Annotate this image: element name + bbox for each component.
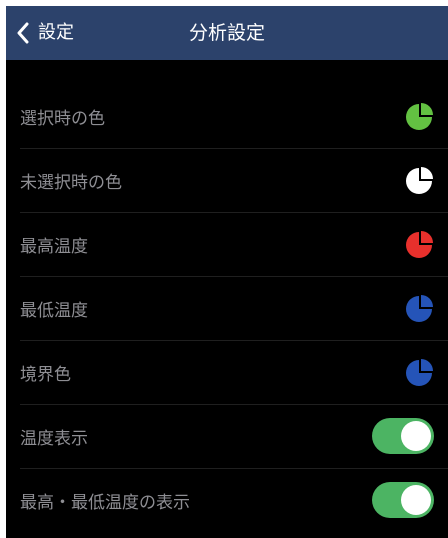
settings-row-label: 最高・最低温度の表示 [20, 492, 190, 513]
toggle-knob [401, 485, 431, 515]
settings-list: 選択時の色未選択時の色 最高温度最低温度境界色温度表示最高・最低温度の表示 [6, 84, 448, 532]
toggle-switch[interactable] [372, 482, 434, 518]
settings-row-border-color[interactable]: 境界色 [6, 340, 448, 404]
toggle-knob [401, 421, 431, 451]
settings-row-selected-color[interactable]: 選択時の色 [6, 84, 448, 148]
settings-row-control [372, 468, 434, 532]
settings-row-control [404, 340, 434, 404]
settings-row-min-temperature-color[interactable]: 最低温度 [6, 276, 448, 340]
pie-chart-icon[interactable] [404, 165, 434, 195]
back-button[interactable]: 設定 [16, 6, 74, 60]
settings-row-label: 未選択時の色 [20, 172, 122, 193]
pie-chart-icon[interactable] [404, 101, 434, 131]
settings-row-temperature-display[interactable]: 温度表示 [6, 404, 448, 468]
navigation-bar: 設定 分析設定 [6, 6, 448, 60]
settings-row-label: 選択時の色 [20, 108, 105, 129]
settings-row-max-min-temperature-display[interactable]: 最高・最低温度の表示 [6, 468, 448, 532]
toggle-switch[interactable] [372, 418, 434, 454]
settings-row-label: 最高温度 [20, 236, 88, 257]
settings-row-control [404, 148, 434, 212]
settings-row-control [372, 404, 434, 468]
chevron-left-icon [16, 22, 30, 44]
settings-row-control [404, 212, 434, 276]
settings-row-max-temperature-color[interactable]: 最高温度 [6, 212, 448, 276]
settings-row-label: 温度表示 [20, 428, 88, 449]
settings-row-label: 最低温度 [20, 300, 88, 321]
settings-row-label: 境界色 [20, 364, 71, 385]
settings-row-control [404, 276, 434, 340]
pie-chart-icon[interactable] [404, 229, 434, 259]
pie-chart-icon[interactable] [404, 357, 434, 387]
settings-row-unselected-color[interactable]: 未選択時の色 [6, 148, 448, 212]
pie-chart-icon[interactable] [404, 293, 434, 323]
settings-screen: 設定 分析設定 選択時の色未選択時の色 最高温度最低温度境界色温度表示最高・最低温… [6, 6, 448, 538]
settings-row-control [404, 84, 434, 148]
back-button-label: 設定 [38, 22, 74, 43]
